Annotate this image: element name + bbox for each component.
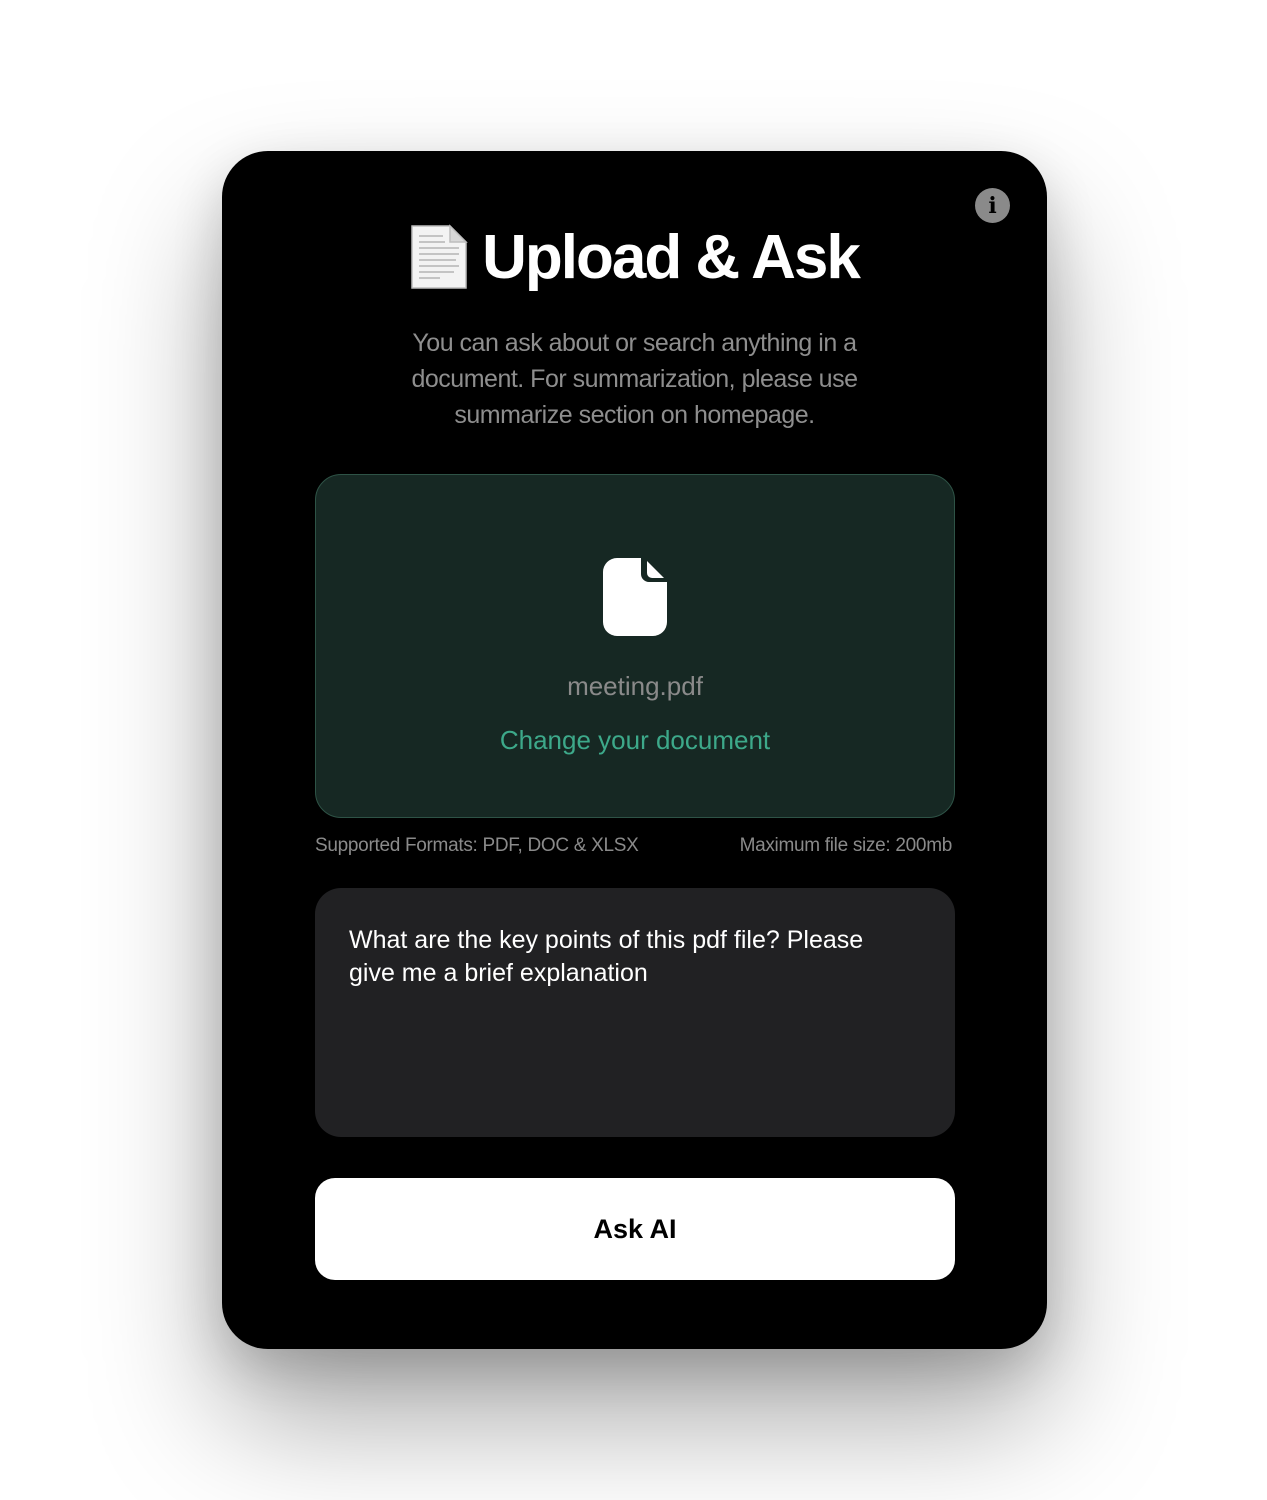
page-facing-up-icon xyxy=(410,224,468,290)
max-file-size-text: Maximum file size: 200mb xyxy=(739,835,953,856)
ask-ai-button[interactable]: Ask AI xyxy=(315,1178,955,1280)
change-document-link[interactable]: Change your document xyxy=(316,725,954,756)
page-title: Upload & Ask xyxy=(482,222,861,292)
upload-dropzone[interactable]: meeting.pdf Change your document xyxy=(315,474,955,818)
supported-formats-text: Supported Formats: PDF, DOC & XLSX xyxy=(315,835,639,856)
info-glyph: i xyxy=(988,192,997,219)
upload-ask-dialog: i Upload & Ask You can ask about or sear… xyxy=(222,151,1047,1349)
file-name: meeting.pdf xyxy=(567,671,703,701)
file-icon xyxy=(603,558,667,636)
page-subtitle: You can ask about or search anything in … xyxy=(411,329,859,429)
ask-ai-label: Ask AI xyxy=(593,1213,677,1244)
question-text: What are the key points of this pdf file… xyxy=(349,926,864,987)
dialog-header: Upload & Ask xyxy=(222,217,1047,297)
question-input[interactable]: What are the key points of this pdf file… xyxy=(315,888,955,1137)
